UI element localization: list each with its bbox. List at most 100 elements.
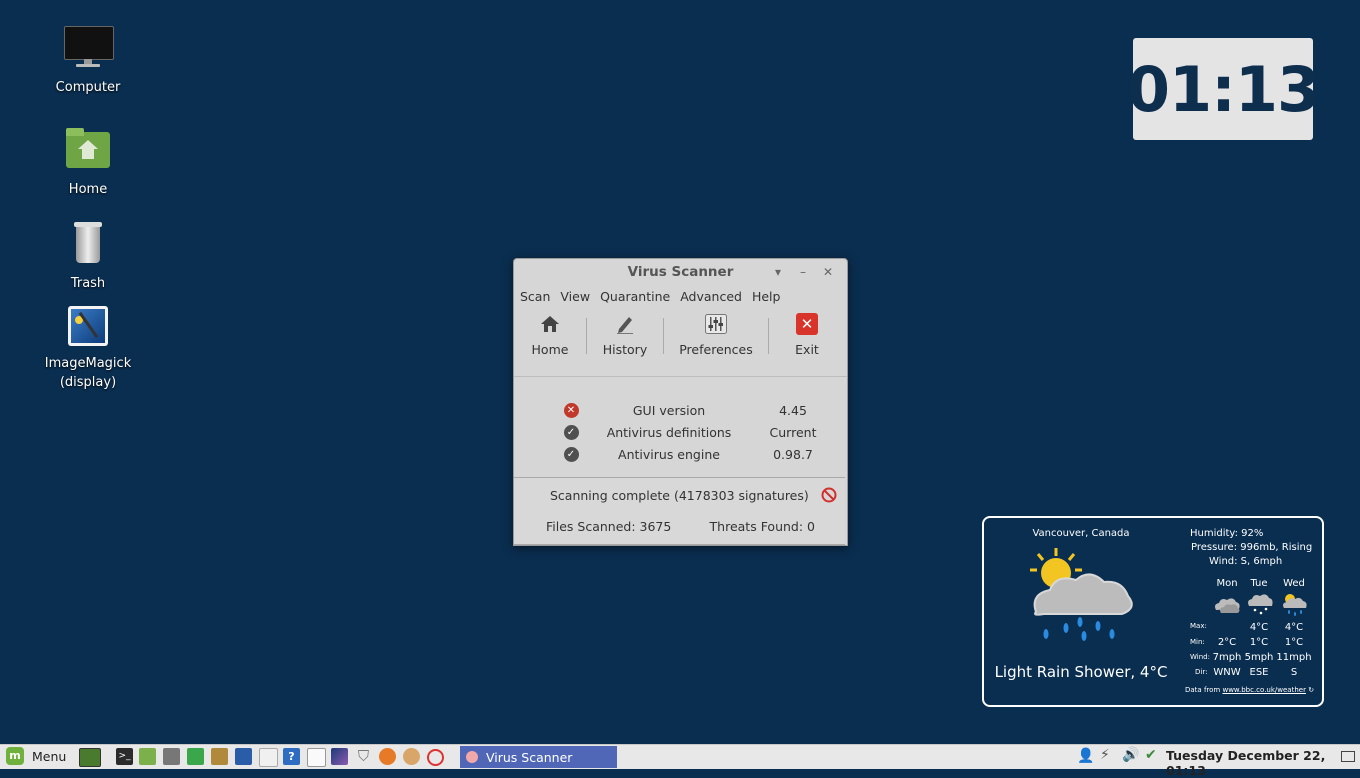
desktop-icon-label: Computer bbox=[55, 80, 121, 95]
taskbar-item-virus-scanner[interactable]: Virus Scanner bbox=[460, 746, 617, 768]
desktop-icon-imagemagick[interactable]: ImageMagick (display) bbox=[38, 304, 138, 392]
title-bar[interactable]: Virus Scanner ▾ – ✕ bbox=[514, 259, 847, 285]
refresh-icon[interactable]: ↻ bbox=[1308, 686, 1314, 694]
info-row: ✕ GUI version 4.45 bbox=[514, 399, 847, 421]
menu-view[interactable]: View bbox=[560, 289, 590, 304]
home-icon bbox=[538, 312, 562, 336]
exit-button[interactable]: ✕ Exit bbox=[769, 312, 845, 357]
preferences-button[interactable]: Preferences bbox=[664, 312, 768, 357]
media-player-icon[interactable] bbox=[235, 748, 252, 765]
snow-shower-icon bbox=[1246, 592, 1274, 619]
package-icon[interactable] bbox=[211, 748, 228, 765]
desktop-icon-trash[interactable]: Trash bbox=[38, 220, 138, 293]
show-desktop-icon[interactable] bbox=[79, 748, 101, 767]
notes-icon[interactable] bbox=[307, 748, 326, 767]
terminal-icon[interactable]: >_ bbox=[116, 748, 133, 765]
forecast-direction: WNW bbox=[1213, 667, 1241, 678]
home-button[interactable]: Home bbox=[514, 312, 586, 357]
forecast-max: 4°C bbox=[1284, 622, 1304, 633]
preferences-label: Preferences bbox=[679, 342, 753, 357]
version-info: ✕ GUI version 4.45 ✓ Antivirus definitio… bbox=[514, 377, 847, 465]
taskbar-item-label: Virus Scanner bbox=[486, 749, 573, 765]
toolbar: Home History Preferences ✕ Exit bbox=[514, 307, 847, 377]
menu-help[interactable]: Help bbox=[752, 289, 781, 304]
weather-location: Vancouver, Canada bbox=[1032, 528, 1130, 539]
network-icon[interactable]: ⚡ bbox=[1100, 747, 1110, 763]
stop-scan-icon[interactable] bbox=[821, 487, 837, 506]
info-name: Antivirus definitions bbox=[606, 424, 732, 440]
file-manager-icon[interactable] bbox=[139, 748, 156, 765]
user-icon[interactable]: 👤 bbox=[1077, 748, 1094, 764]
desktop-icon-label-2: (display) bbox=[59, 375, 117, 390]
info-row: ✓ Antivirus engine 0.98.7 bbox=[514, 443, 847, 465]
forecast-row-label: Dir: bbox=[1195, 668, 1208, 676]
exit-icon: ✕ bbox=[795, 312, 819, 336]
weather-current-icon bbox=[1026, 546, 1138, 657]
firefox-icon[interactable] bbox=[379, 748, 396, 765]
virus-scanner-window: Virus Scanner ▾ – ✕ Scan View Quarantine… bbox=[513, 258, 848, 546]
scan-status-message: Scanning complete (4178303 signatures) bbox=[550, 488, 809, 503]
menu-quarantine[interactable]: Quarantine bbox=[600, 289, 670, 304]
taskbar-datetime[interactable]: Tuesday December 22, 01:13 bbox=[1166, 748, 1360, 778]
menu-label: Menu bbox=[32, 748, 67, 764]
forecast-row-label: Wind: bbox=[1190, 653, 1210, 661]
scan-status-panel: Scanning complete (4178303 signatures) F… bbox=[514, 477, 845, 545]
check-status-icon: ✓ bbox=[563, 446, 579, 462]
weather-current-condition: Light Rain Shower, 4°C bbox=[994, 663, 1168, 681]
forecast-direction: ESE bbox=[1249, 667, 1269, 678]
home-folder-icon bbox=[62, 126, 114, 176]
shield-icon[interactable]: ⛉ bbox=[355, 748, 372, 765]
close-button[interactable]: ✕ bbox=[820, 259, 836, 285]
trash-icon bbox=[62, 220, 114, 270]
window-title: Virus Scanner bbox=[627, 264, 734, 280]
imagemagick-icon bbox=[62, 304, 114, 350]
clock-widget: 01:13 bbox=[1127, 38, 1320, 140]
help-icon[interactable]: ? bbox=[283, 748, 300, 765]
menu-scan[interactable]: Scan bbox=[520, 289, 550, 304]
target-icon[interactable] bbox=[427, 749, 444, 766]
forecast-min: 2°C bbox=[1217, 637, 1237, 648]
info-value: 0.98.7 bbox=[773, 446, 813, 462]
computer-icon bbox=[62, 24, 114, 74]
menu-bar: Scan View Quarantine Advanced Help bbox=[514, 285, 847, 307]
sunny-rain-icon bbox=[1280, 592, 1308, 619]
forecast-direction: S bbox=[1290, 667, 1298, 678]
security-check-icon[interactable]: ✔ bbox=[1145, 747, 1157, 763]
home-label: Home bbox=[531, 342, 569, 357]
forecast-max: 4°C bbox=[1249, 622, 1269, 633]
weather-wind: Wind: S, 6mph bbox=[1209, 556, 1283, 567]
error-status-icon: ✕ bbox=[563, 402, 579, 418]
weather-source-link[interactable]: www.bbc.co.uk/weather bbox=[1222, 686, 1306, 694]
mint-logo-icon: m bbox=[6, 747, 24, 765]
forecast-row-label: Min: bbox=[1190, 638, 1205, 646]
weather-source: Data from www.bbc.co.uk/weather ↻ bbox=[1185, 686, 1314, 694]
workspace-switcher-icon[interactable] bbox=[1341, 751, 1355, 762]
info-row: ✓ Antivirus definitions Current bbox=[514, 421, 847, 443]
forecast-min: 1°C bbox=[1249, 637, 1269, 648]
desktop-icon-home[interactable]: Home bbox=[38, 126, 138, 199]
menu-button[interactable]: m Menu bbox=[6, 747, 66, 765]
files-scanned: Files Scanned: 3675 bbox=[546, 519, 672, 534]
info-value: Current bbox=[769, 424, 817, 440]
eye-icon[interactable] bbox=[403, 748, 420, 765]
text-editor-icon[interactable] bbox=[259, 748, 278, 767]
minimize-button[interactable]: – bbox=[795, 259, 811, 285]
exit-label: Exit bbox=[795, 342, 819, 357]
history-button[interactable]: History bbox=[587, 312, 663, 357]
forecast-wind: 5mph bbox=[1244, 652, 1274, 663]
desktop-icon-computer[interactable]: Computer bbox=[38, 24, 138, 97]
weather-source-prefix: Data from bbox=[1185, 686, 1221, 694]
menu-advanced[interactable]: Advanced bbox=[680, 289, 742, 304]
software-manager-icon[interactable] bbox=[187, 748, 204, 765]
screenshot-icon[interactable] bbox=[163, 748, 180, 765]
forecast-row-label: Max: bbox=[1190, 622, 1207, 630]
sliders-icon bbox=[704, 312, 728, 336]
weather-widget: Vancouver, Canada Light Rain Shower, 4°C… bbox=[982, 516, 1324, 707]
volume-icon[interactable]: 🔊 bbox=[1122, 747, 1139, 763]
info-name: GUI version bbox=[632, 402, 706, 418]
image-viewer-icon[interactable] bbox=[331, 748, 348, 765]
desktop-icon-label: ImageMagick bbox=[44, 356, 132, 371]
desktop-icon-label: Home bbox=[68, 182, 108, 197]
forecast-day-label: Tue bbox=[1250, 578, 1268, 589]
window-menu-icon[interactable]: ▾ bbox=[770, 259, 786, 285]
